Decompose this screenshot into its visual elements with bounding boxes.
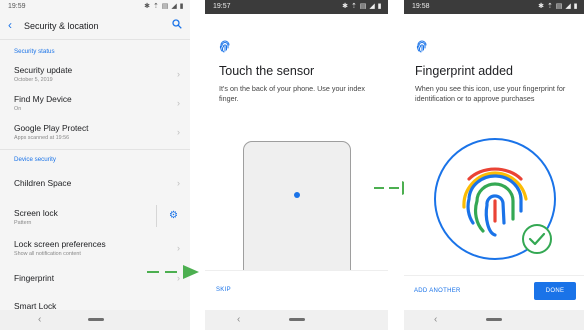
done-button[interactable]: DONE <box>534 282 576 300</box>
instruction-text: When you see this icon, use your fingerp… <box>415 84 566 103</box>
add-another-button[interactable]: ADD ANOTHER <box>414 288 461 294</box>
button-bar: ADD ANOTHER DONE <box>404 275 584 311</box>
item-title: Screen lock <box>14 208 58 218</box>
section-header-device-security: Device security <box>14 156 56 163</box>
status-bar: 19:58 ✱ ⇡ ▤ ◢ ▮ <box>404 0 584 14</box>
vertical-divider <box>156 205 157 227</box>
touch-sensor-screen: 19:57 ✱ ⇡ ▤ ◢ ▮ Touch the sensor It's on… <box>205 0 388 330</box>
status-icons: ✱ ⇡ ▤ ◢ ▮ <box>538 3 578 10</box>
divider <box>0 39 190 40</box>
back-arrow-icon[interactable]: ‹ <box>8 18 12 32</box>
chevron-right-icon: › <box>177 127 180 137</box>
sensor-location-dot <box>294 192 300 198</box>
chevron-right-icon: › <box>177 69 180 79</box>
navigation-bar: ‹ <box>205 310 388 330</box>
page-title: Fingerprint added <box>415 64 513 78</box>
item-subtitle: Show all notification content <box>14 251 81 257</box>
item-title: Fingerprint <box>14 273 55 283</box>
page-title: Touch the sensor <box>219 64 315 78</box>
settings-item-smart-lock[interactable]: Smart Lock <box>0 296 190 311</box>
nav-home-icon[interactable] <box>289 318 305 321</box>
search-icon[interactable] <box>172 19 182 32</box>
item-title: Google Play Protect <box>14 123 89 133</box>
status-time: 19:58 <box>412 3 430 10</box>
settings-item-google-play-protect[interactable]: Google Play Protect Apps scanned at 19:5… <box>0 120 190 146</box>
item-title: Children Space <box>14 178 72 188</box>
status-time: 19:59 <box>8 3 26 10</box>
navigation-bar: ‹ <box>404 310 584 330</box>
security-settings-screen: 19:59 ✱ ⇡ ▤ ◢ ▮ ‹ Security & location Se… <box>0 0 190 330</box>
fingerprint-success-illustration <box>434 138 556 260</box>
page-title: Security & location <box>24 21 99 31</box>
nav-back-icon[interactable]: ‹ <box>38 314 41 325</box>
status-time: 19:57 <box>213 3 231 10</box>
gear-icon[interactable]: ⚙ <box>169 210 178 221</box>
item-subtitle: Apps scanned at 19:56 <box>14 135 70 141</box>
section-header-security-status: Security status <box>14 48 55 55</box>
check-icon <box>522 224 552 254</box>
skip-button[interactable]: SKIP <box>216 287 231 293</box>
nav-back-icon[interactable]: ‹ <box>434 314 437 325</box>
item-subtitle: On <box>14 106 22 112</box>
settings-item-security-update[interactable]: Security update October 5, 2019 › <box>0 62 190 88</box>
button-bar: SKIP <box>205 270 388 311</box>
status-bar: 19:57 ✱ ⇡ ▤ ◢ ▮ <box>205 0 388 14</box>
status-bar: 19:59 ✱ ⇡ ▤ ◢ ▮ <box>0 0 190 14</box>
item-subtitle: Pattern <box>14 220 32 226</box>
nav-home-icon[interactable] <box>88 318 104 321</box>
fingerprint-icon <box>219 40 230 53</box>
item-title: Lock screen preferences <box>14 239 106 249</box>
nav-home-icon[interactable] <box>486 318 502 321</box>
item-title: Security update <box>14 65 73 75</box>
item-title: Find My Device <box>14 94 72 104</box>
nav-back-icon[interactable]: ‹ <box>237 314 240 325</box>
chevron-right-icon: › <box>177 178 180 188</box>
navigation-bar: ‹ <box>0 310 190 330</box>
settings-item-screen-lock[interactable]: Screen lock Pattern ⚙ <box>0 202 190 230</box>
chevron-right-icon: › <box>177 98 180 108</box>
settings-item-lock-screen-preferences[interactable]: Lock screen preferences Show all notific… <box>0 236 190 262</box>
settings-item-find-my-device[interactable]: Find My Device On › <box>0 91 190 117</box>
fingerprint-icon <box>416 40 427 53</box>
arrow-icon <box>147 265 199 279</box>
chevron-right-icon: › <box>177 243 180 253</box>
instruction-text: It's on the back of your phone. Use your… <box>219 84 366 103</box>
settings-item-children-space[interactable]: Children Space › <box>0 170 190 196</box>
status-icons: ✱ ⇡ ▤ ◢ ▮ <box>342 3 382 10</box>
status-icons: ✱ ⇡ ▤ ◢ ▮ <box>144 3 184 10</box>
item-subtitle: October 5, 2019 <box>14 77 53 83</box>
app-bar: ‹ Security & location <box>0 14 190 38</box>
fingerprint-added-screen: 19:58 ✱ ⇡ ▤ ◢ ▮ Fingerprint added When y… <box>404 0 584 330</box>
divider <box>0 149 190 150</box>
